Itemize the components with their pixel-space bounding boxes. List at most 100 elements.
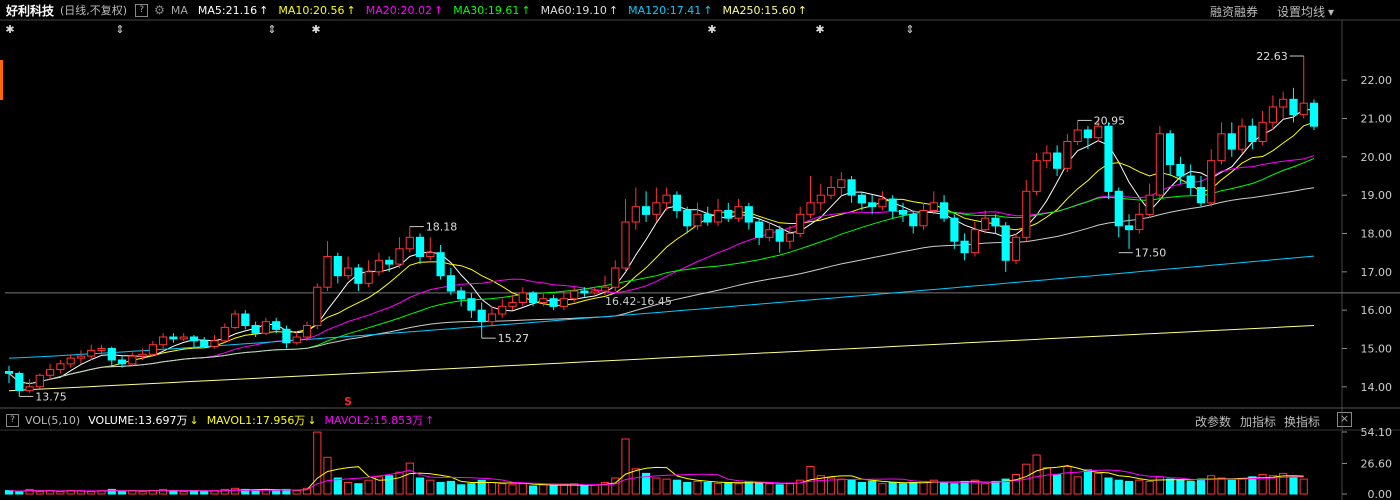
volume-bar (652, 477, 661, 495)
candle (405, 236, 414, 250)
volume-bar (755, 482, 764, 495)
volume-bar (354, 483, 363, 495)
candle (1268, 106, 1278, 123)
candle (46, 369, 55, 376)
candle (570, 290, 579, 300)
candle (960, 240, 969, 254)
volume-bar (1145, 480, 1154, 495)
volume-bar (446, 480, 455, 495)
candle (333, 256, 342, 277)
event-marker-icon: ✱ (815, 23, 824, 36)
candle (518, 292, 527, 303)
volume-bar (713, 483, 723, 495)
volume-bar (539, 484, 548, 495)
candle (703, 213, 712, 223)
candle (415, 236, 425, 258)
volume-bar (1248, 476, 1257, 495)
candle (436, 252, 445, 277)
event-marker-icon: ⇕ (905, 23, 914, 36)
volume-bar (621, 438, 630, 495)
candle (1135, 213, 1144, 231)
volume-bar (56, 491, 65, 495)
annotation-peak1: 18.18 (426, 221, 458, 234)
candle (991, 217, 1000, 227)
switch-indicator-button[interactable]: 换指标 (1284, 413, 1320, 430)
volume-bar (1176, 479, 1185, 495)
candle (950, 217, 959, 242)
volume-bar (25, 488, 34, 495)
volume-bar (898, 483, 908, 495)
volume-bar (487, 482, 497, 495)
event-marker-icon: ⇕ (115, 23, 124, 36)
candle (713, 210, 723, 223)
candle (1124, 225, 1134, 231)
volume-bar (364, 479, 373, 495)
volume-bar (1042, 467, 1051, 495)
close-icon[interactable]: × (1337, 412, 1352, 427)
volume-bar (159, 488, 168, 495)
volume-bar (1053, 474, 1062, 495)
volume-bar (662, 478, 671, 495)
volume-bar (1124, 480, 1134, 495)
candle (457, 290, 466, 300)
volume-bar (385, 475, 394, 495)
volume-bar (683, 482, 692, 495)
candle (128, 355, 137, 365)
candle (796, 213, 805, 235)
volume-indicator-label: VOL(5,10) (25, 413, 81, 427)
candle (313, 286, 322, 327)
candle (323, 256, 332, 288)
candle (302, 325, 312, 338)
candle (210, 340, 219, 347)
volume-bar (991, 480, 1000, 495)
volume-tick-label: 26.60 (1361, 458, 1393, 471)
candle (785, 233, 794, 242)
candle (241, 313, 250, 326)
candle (734, 206, 743, 219)
candle (66, 357, 75, 365)
candle (364, 271, 373, 284)
candle (35, 374, 44, 388)
candle (724, 210, 733, 219)
volume-help-icon[interactable]: ? (6, 413, 19, 427)
volume-bar (559, 484, 568, 495)
volume-bar (847, 479, 856, 495)
add-indicator-button[interactable]: 加指标 (1240, 413, 1276, 430)
candle (1227, 133, 1236, 150)
candle (837, 179, 846, 189)
volume-bar (775, 484, 784, 495)
volume-bar (1104, 477, 1113, 495)
candle (600, 286, 610, 292)
candle (1186, 175, 1195, 188)
candle (775, 229, 784, 242)
candle (179, 336, 188, 340)
volume-bar (1114, 479, 1123, 495)
annotation-level: 16.42-16.45 (605, 295, 672, 308)
event-marker-icon: ✱ (707, 23, 716, 36)
candle (652, 202, 661, 215)
candle (970, 229, 979, 254)
candle (385, 259, 394, 265)
volume-bar (1196, 478, 1206, 495)
volume-bar (724, 482, 733, 495)
volume-bar (1063, 466, 1072, 495)
volume-bar (940, 482, 949, 495)
candle (662, 194, 671, 204)
volume-bar (631, 468, 640, 495)
candle (344, 267, 353, 277)
volume-bar (107, 488, 116, 495)
change-params-button[interactable]: 改参数 (1195, 413, 1231, 430)
price-tick-label: 16.00 (1361, 304, 1393, 317)
candle (395, 248, 404, 265)
price-tick-label: 19.00 (1361, 189, 1393, 202)
volume-bar (395, 471, 404, 495)
candle (1073, 129, 1082, 142)
candle (1155, 133, 1165, 196)
volume-bar (765, 483, 774, 495)
annotation-dip2: 17.50 (1135, 247, 1167, 260)
candle (847, 179, 856, 196)
volume-bar (981, 483, 990, 495)
annotation-high: 22.63 (1256, 50, 1288, 63)
volume-bar (498, 483, 507, 495)
volume-bar (87, 491, 96, 495)
